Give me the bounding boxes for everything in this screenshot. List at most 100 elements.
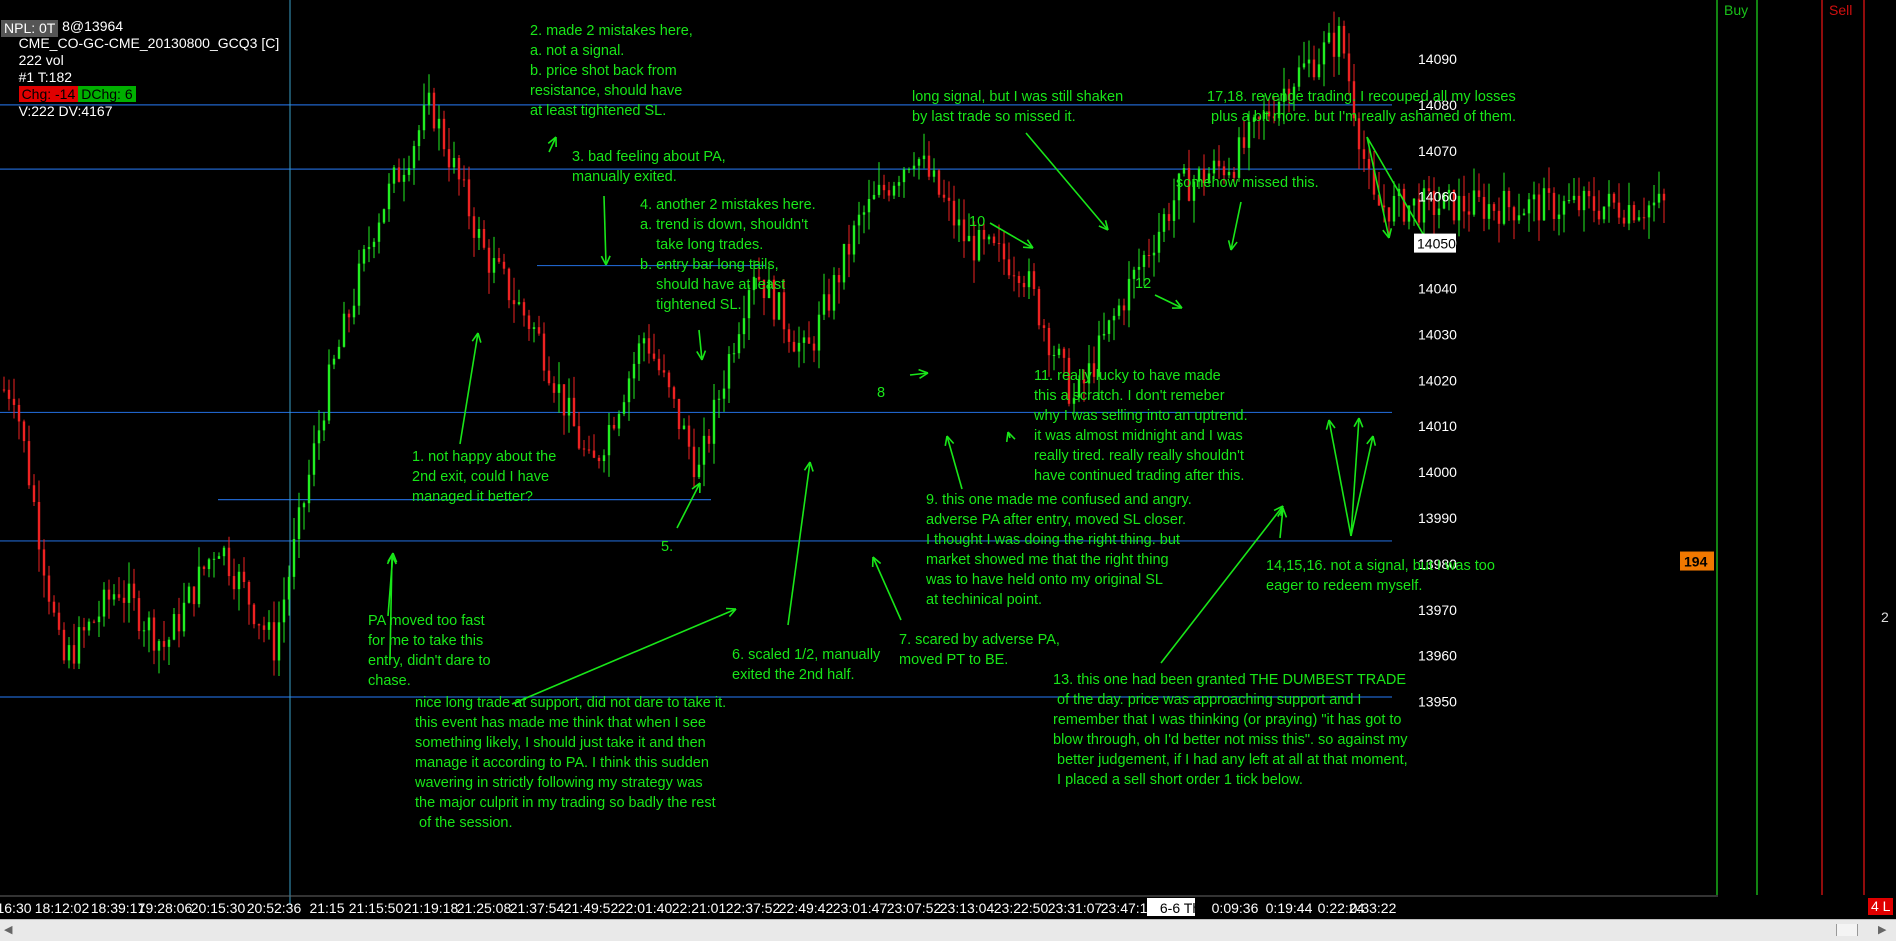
price-bar-body <box>1467 211 1471 215</box>
price-bar-body <box>987 236 991 240</box>
price-bar-body <box>1552 192 1556 219</box>
price-bar-body <box>1462 195 1466 212</box>
price-bar-body <box>1592 196 1596 211</box>
price-bar-body <box>77 627 81 664</box>
price-bar-body <box>1127 278 1131 311</box>
price-bar-body <box>1002 243 1006 260</box>
price-bar-body <box>7 389 11 399</box>
price-bar-body <box>947 197 951 201</box>
price-bar-body <box>907 169 911 171</box>
chart-stage[interactable]: 1409014080140701406014050140401403014020… <box>0 0 1896 941</box>
price-bar-body <box>1052 354 1056 356</box>
scroll-left-icon[interactable]: ◀ <box>4 923 12 936</box>
price-bar-body <box>1047 327 1051 356</box>
price-bar-body <box>102 589 106 617</box>
price-bar-body <box>787 329 791 342</box>
price-bar-body <box>157 641 161 651</box>
price-bar-body <box>937 170 941 195</box>
price-bar-body <box>567 397 571 416</box>
price-bar-body <box>1662 193 1666 201</box>
price-bar-body <box>197 566 201 605</box>
time-tick-label: 21:19:18 <box>404 900 459 916</box>
price-bar-body <box>487 247 491 273</box>
price-bar-body <box>802 337 806 343</box>
time-tick-label: 23:31:07 <box>1048 900 1103 916</box>
note-12: 12 <box>1135 276 1152 292</box>
price-bar-body <box>1167 214 1171 221</box>
price-bar-body <box>217 556 221 559</box>
price-bar-body <box>1572 195 1576 200</box>
price-bar-body <box>382 209 386 223</box>
price-bar-body <box>17 404 21 422</box>
price-bar-body <box>577 426 581 449</box>
price-bar-body <box>1567 199 1571 202</box>
price-bar-body <box>377 222 381 242</box>
note-10: 10 <box>969 214 986 230</box>
trade-count-label: #1 T:182 <box>18 69 73 85</box>
price-bar-body <box>287 576 291 600</box>
price-bar-body <box>127 583 131 603</box>
price-bar-body <box>1032 271 1036 290</box>
price-chart[interactable]: 1409014080140701406014050140401403014020… <box>0 0 1896 940</box>
price-bar-body <box>177 614 181 632</box>
price-bar-body <box>697 464 701 478</box>
time-tick-label: 19:28:06 <box>138 900 193 916</box>
price-bar-body <box>627 378 631 403</box>
price-bar-body <box>1147 254 1151 256</box>
price-bar-body <box>147 617 151 631</box>
price-bar-body <box>642 338 646 344</box>
time-tick-label: 6-6 Th <box>1160 900 1200 916</box>
price-bar-body <box>817 314 821 351</box>
price-bar-body <box>162 641 166 647</box>
price-bar-body <box>887 190 891 196</box>
price-bar-body <box>837 275 841 283</box>
price-bar-body <box>722 388 726 399</box>
buy-panel-label[interactable]: Buy <box>1724 2 1748 19</box>
note-pa-fast: PA moved too fast for me to take this en… <box>368 613 491 689</box>
price-bar-body <box>337 346 341 359</box>
sell-panel-label[interactable]: Sell <box>1829 2 1852 19</box>
price-bar-body <box>447 149 451 168</box>
note-14-16: 14,15,16. not a signal, but I was too ea… <box>1266 558 1495 594</box>
price-bar-body <box>847 243 851 255</box>
price-bar-body <box>932 170 936 177</box>
note-somehow-missed: somehow missed this. <box>1176 175 1319 191</box>
time-tick-label: 23:22:50 <box>994 900 1049 916</box>
scroll-grip[interactable] <box>1836 924 1858 936</box>
price-bar-body <box>672 387 676 399</box>
price-bar-body <box>1307 59 1311 64</box>
price-bar-body <box>312 443 316 475</box>
price-bar-body <box>1627 205 1631 224</box>
price-bar-body <box>1437 208 1441 215</box>
price-bar-body <box>2 389 6 391</box>
price-bar-body <box>1172 200 1176 221</box>
price-bar-body <box>1652 202 1656 206</box>
price-bar-body <box>1657 193 1661 203</box>
price-bar-body <box>57 612 61 630</box>
sell-side-value: 2 <box>1881 609 1889 625</box>
price-bar-body <box>172 614 176 640</box>
price-tick-label: 14010 <box>1418 418 1457 434</box>
price-bar-body <box>412 146 416 169</box>
horizontal-scrollbar[interactable]: ◀ ▶ <box>0 919 1896 941</box>
price-bar-body <box>522 302 526 316</box>
price-bar-body <box>1117 305 1121 316</box>
price-bar-body <box>1342 25 1346 54</box>
price-bar-body <box>282 599 286 623</box>
price-bar-body <box>1157 231 1161 253</box>
price-bar-body <box>1522 213 1526 216</box>
price-bar-body <box>292 538 296 577</box>
scroll-right-icon[interactable]: ▶ <box>1878 923 1886 936</box>
time-tick-label: 0:09:36 <box>1212 900 1259 916</box>
price-bar-body <box>1527 199 1531 214</box>
price-bar-body <box>437 118 441 129</box>
v-dv-label: V:222 DV:4167 <box>18 103 113 119</box>
price-bar-body <box>307 474 311 504</box>
price-bar-body <box>1162 214 1166 232</box>
note-5: 5. <box>661 539 674 555</box>
price-bar-body <box>272 622 276 661</box>
price-bar-body <box>877 184 881 195</box>
price-bar-body <box>442 118 446 150</box>
price-bar-body <box>247 581 251 605</box>
price-bar-body <box>107 589 111 600</box>
